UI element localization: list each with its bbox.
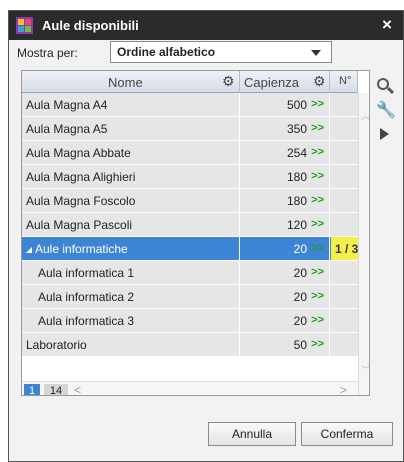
room-group-name: Aule informatiche [22, 237, 240, 260]
column-header-capacity-label: Capienza [244, 75, 299, 90]
table-row[interactable]: Aula Magna A5 350 >> [22, 117, 358, 141]
table-row[interactable]: Aula Magna Foscolo 180 >> [22, 189, 358, 213]
details-arrow-icon[interactable]: >> [311, 98, 324, 110]
room-capacity: 254 [286, 146, 307, 160]
room-number-cell [330, 165, 358, 188]
room-name: Aula Magna Alighieri [22, 165, 240, 188]
details-arrow-icon[interactable]: >> [311, 266, 324, 278]
room-capacity-cell: 180 >> [240, 189, 330, 212]
play-icon[interactable] [376, 126, 394, 144]
room-capacity-cell: 180 >> [240, 165, 330, 188]
room-capacity: 120 [286, 218, 307, 232]
room-number-cell [330, 93, 358, 116]
scroll-up-icon[interactable]: ︿ [361, 109, 369, 122]
room-capacity: 500 [286, 98, 307, 112]
pager-bar: 1 14 < > [22, 381, 358, 395]
app-logo-icon [16, 17, 33, 34]
room-capacity: 350 [286, 122, 307, 136]
vertical-scrollbar[interactable]: ︿ ﹀ [358, 93, 369, 395]
details-arrow-icon[interactable]: >> [311, 242, 324, 254]
sort-order-select[interactable]: Ordine alfabetico [110, 41, 332, 63]
room-capacity-cell: 20 >> [240, 237, 330, 260]
room-capacity-cell: 254 >> [240, 141, 330, 164]
room-name: Aula Magna A5 [22, 117, 240, 140]
room-number-cell [330, 333, 358, 356]
details-arrow-icon[interactable]: >> [311, 338, 324, 350]
scroll-left-icon[interactable]: < [74, 383, 81, 395]
room-capacity-cell: 20 >> [240, 285, 330, 308]
details-arrow-icon[interactable]: >> [311, 170, 324, 182]
gear-icon[interactable]: ⚙ [222, 73, 235, 90]
room-capacity: 180 [286, 194, 307, 208]
scroll-down-icon[interactable]: ﹀ [361, 363, 369, 376]
details-arrow-icon[interactable]: >> [311, 122, 324, 134]
room-number-cell [330, 213, 358, 236]
column-header-capacity[interactable]: Capienza ⚙ [240, 71, 330, 93]
details-arrow-icon[interactable]: >> [311, 314, 324, 326]
table-row[interactable]: Aula Magna A4 500 >> [22, 93, 358, 117]
details-arrow-icon[interactable]: >> [311, 146, 324, 158]
title-bar: Aule disponibili × [9, 11, 403, 40]
room-name: Aula Magna A4 [22, 93, 240, 116]
room-name: Aula Magna Abbate [22, 141, 240, 164]
room-capacity: 20 [293, 314, 307, 328]
table-row[interactable]: Aula informatica 1 20 >> [22, 261, 358, 285]
table-row[interactable]: Aula informatica 2 20 >> [22, 285, 358, 309]
cancel-button[interactable]: Annulla [208, 422, 296, 446]
rooms-table: Nome ⚙ Capienza ⚙ N° Aula Magna A4 500 >>… [21, 70, 370, 396]
details-arrow-icon[interactable]: >> [311, 218, 324, 230]
room-number-cell [330, 141, 358, 164]
scroll-right-icon[interactable]: > [340, 383, 347, 395]
room-name: Aula informatica 2 [22, 285, 240, 308]
room-name: Aula Magna Foscolo [22, 189, 240, 212]
wrench-icon[interactable]: 🔧 [376, 102, 396, 120]
table-row-selected[interactable]: Aule informatiche 20 >> 1 / 3 [22, 237, 364, 261]
room-number-cell [330, 285, 358, 308]
chevron-down-icon [311, 50, 321, 56]
sort-order-value: Ordine alfabetico [117, 45, 216, 59]
room-name: Aula Magna Pascoli [22, 213, 240, 236]
room-capacity-cell: 20 >> [240, 309, 330, 332]
room-name: Aula informatica 3 [22, 309, 240, 332]
page-total[interactable]: 14 [44, 384, 68, 395]
room-number-cell [330, 189, 358, 212]
table-row[interactable]: Aula Magna Abbate 254 >> [22, 141, 358, 165]
room-capacity-cell: 120 >> [240, 213, 330, 236]
room-capacity: 50 [293, 338, 307, 352]
dialog-title: Aule disponibili [42, 18, 139, 33]
page-current[interactable]: 1 [24, 384, 40, 395]
room-capacity: 20 [293, 242, 307, 256]
search-icon[interactable] [376, 78, 395, 96]
room-capacity-cell: 50 >> [240, 333, 330, 356]
room-capacity-cell: 500 >> [240, 93, 330, 116]
column-header-name[interactable]: Nome ⚙ [22, 71, 240, 93]
table-row[interactable]: Aula informatica 3 20 >> [22, 309, 358, 333]
column-header-number-label: N° [339, 75, 352, 87]
room-number-cell [330, 309, 358, 332]
details-arrow-icon[interactable]: >> [311, 290, 324, 302]
table-row[interactable]: Aula Magna Alighieri 180 >> [22, 165, 358, 189]
close-icon[interactable]: × [379, 16, 395, 34]
room-number-cell [330, 117, 358, 140]
room-capacity-cell: 20 >> [240, 261, 330, 284]
room-number-cell [330, 261, 358, 284]
room-name: Laboratorio [22, 333, 240, 356]
room-capacity: 180 [286, 170, 307, 184]
gear-icon[interactable]: ⚙ [313, 73, 326, 90]
column-header-name-label: Nome [108, 75, 143, 90]
details-arrow-icon[interactable]: >> [311, 194, 324, 206]
room-capacity: 20 [293, 290, 307, 304]
column-header-number[interactable]: N° [330, 71, 358, 93]
room-capacity: 20 [293, 266, 307, 280]
table-row[interactable]: Aula Magna Pascoli 120 >> [22, 213, 358, 237]
room-group-label: Aule informatiche [35, 242, 128, 256]
show-by-label: Mostra per: [17, 46, 78, 60]
table-row[interactable]: Laboratorio 50 >> [22, 333, 358, 357]
confirm-button[interactable]: Conferma [301, 422, 393, 446]
room-capacity-cell: 350 >> [240, 117, 330, 140]
collapse-triangle-icon[interactable] [26, 247, 32, 253]
room-name: Aula informatica 1 [22, 261, 240, 284]
